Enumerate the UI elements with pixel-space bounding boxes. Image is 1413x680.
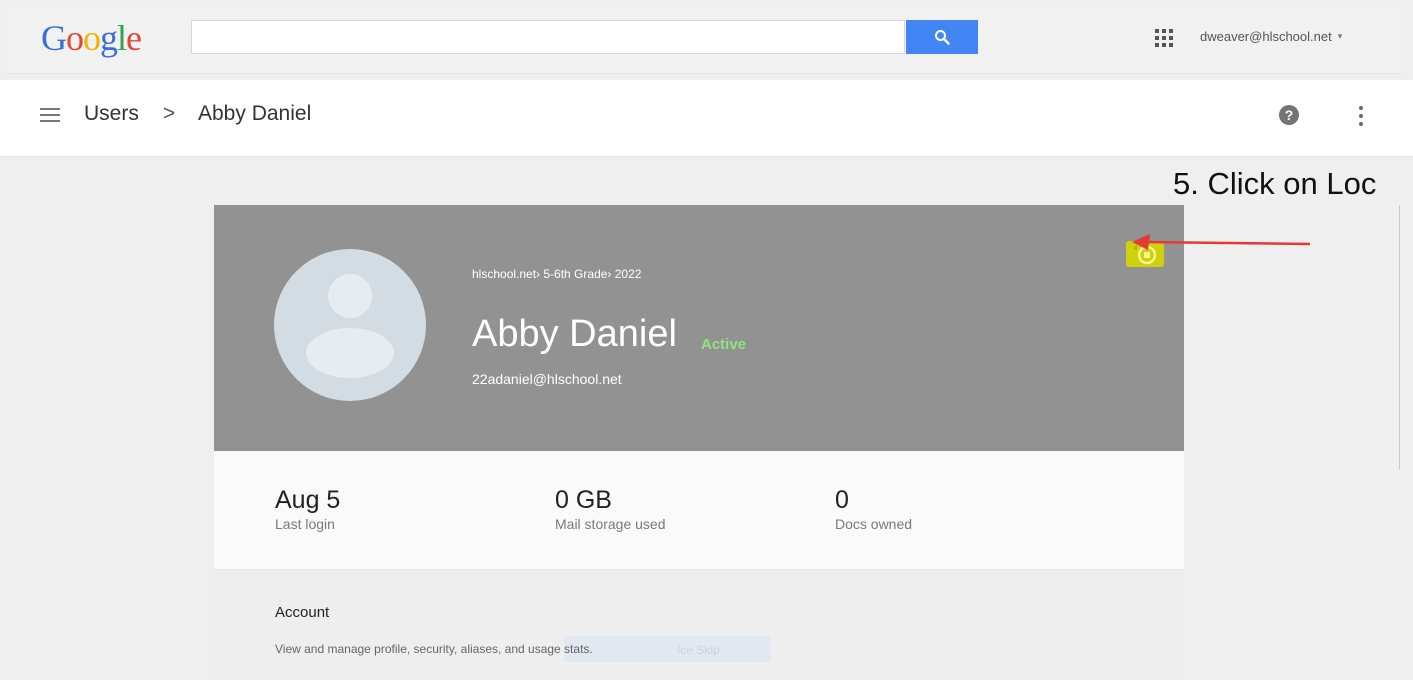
stat-value: 0 GB: [555, 486, 612, 514]
account-menu[interactable]: dweaver@hlschool.net ▾: [1200, 29, 1342, 44]
ghost-overlay-text: Ice Skip: [677, 643, 720, 657]
user-name: Abby Daniel: [472, 313, 677, 355]
logo-letter-e: e: [126, 18, 142, 58]
breadcrumb-separator: >: [163, 102, 176, 125]
account-email: dweaver@hlschool.net: [1200, 29, 1332, 44]
annotation-arrow: [1132, 234, 1311, 250]
stat-label: Docs owned: [835, 516, 913, 532]
stat-value: 0: [835, 486, 849, 514]
user-profile-header: hlschool.net› 5-6th Grade› 2022 Abby Dan…: [214, 205, 1184, 451]
stat-value: Aug 5: [275, 486, 341, 514]
stat-last-login: Aug 5 Last login: [275, 486, 340, 532]
logo-letter-o1: o: [66, 18, 84, 58]
stat-mail-storage: 0 GB Mail storage used: [555, 486, 666, 532]
org-unit-path: hlschool.net› 5-6th Grade› 2022: [472, 267, 642, 281]
breadcrumb-users-link[interactable]: Users: [84, 102, 139, 126]
logo-letter-g2: g: [100, 18, 118, 58]
account-section[interactable]: Ice Skip Account View and manage profile…: [214, 570, 1184, 680]
svg-text:?: ?: [1285, 107, 1294, 123]
stat-docs-owned: 0 Docs owned: [835, 486, 912, 532]
breadcrumb-current-user: Abby Daniel: [198, 102, 312, 125]
logo-letter-o2: o: [83, 18, 101, 58]
logo-letter-l: l: [117, 18, 127, 58]
account-section-title: Account: [275, 604, 330, 621]
tutorial-annotation: 5. Click on Loc: [1173, 166, 1377, 201]
search-input[interactable]: [191, 20, 905, 54]
account-section-description: View and manage profile, security, alias…: [275, 642, 593, 656]
status-badge: Active: [701, 336, 747, 353]
apps-grid-icon[interactable]: [1155, 29, 1173, 47]
google-logo[interactable]: Google: [41, 17, 142, 59]
more-vert-icon[interactable]: [1355, 104, 1367, 128]
search-button[interactable]: [906, 20, 978, 54]
user-stats: Aug 5 Last login 0 GB Mail storage used …: [214, 451, 1184, 570]
chevron-down-icon: ▾: [1337, 31, 1343, 41]
avatar: [274, 249, 426, 401]
hamburger-menu-icon[interactable]: [40, 107, 60, 123]
stat-label: Last login: [275, 516, 335, 532]
ghost-overlay: [564, 636, 771, 662]
annotation-divider: [1399, 205, 1400, 470]
stat-label: Mail storage used: [555, 516, 666, 532]
logo-letter-g: G: [41, 18, 67, 58]
google-top-bar: Google dweaver@hlschool.net ▾: [7, 7, 1402, 74]
user-silhouette-icon: [306, 274, 394, 378]
search-icon: [935, 30, 950, 45]
breadcrumb-bar: Users > Abby Daniel ?: [0, 80, 1413, 157]
help-icon[interactable]: ?: [1278, 104, 1300, 126]
user-email: 22adaniel@hlschool.net: [472, 371, 622, 387]
